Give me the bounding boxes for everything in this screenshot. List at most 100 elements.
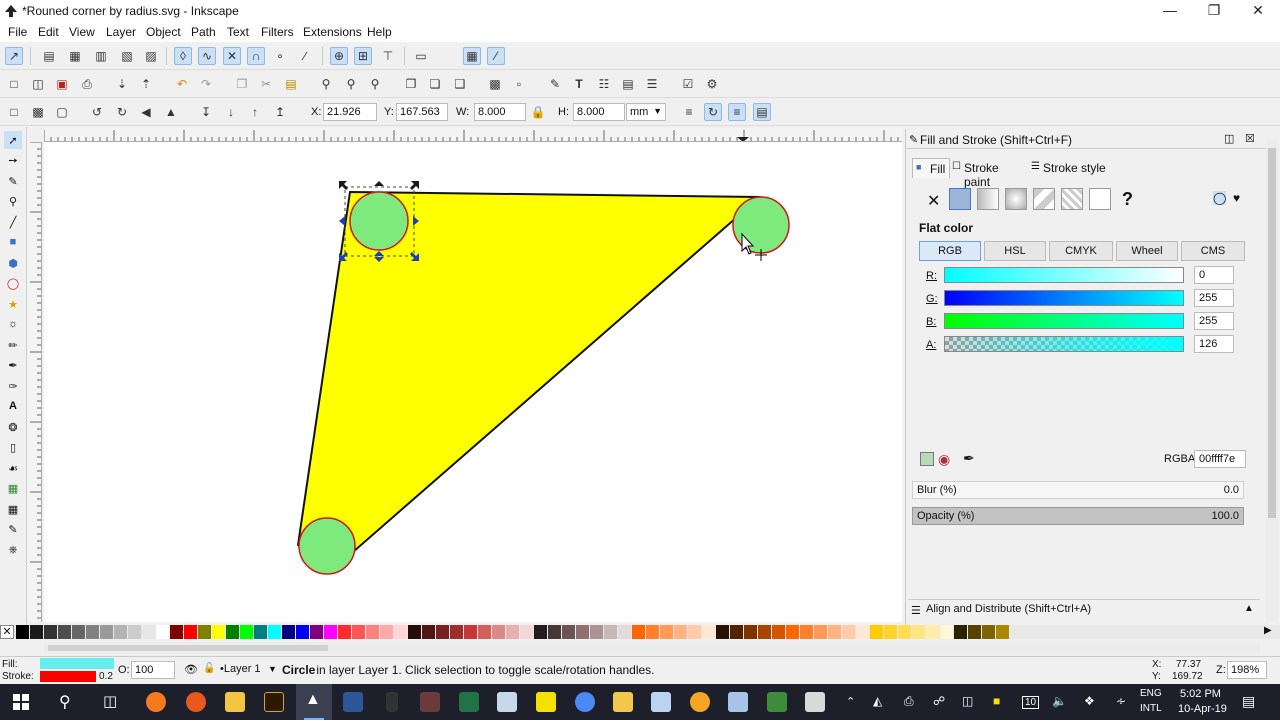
- tray-notif-count[interactable]: 10: [1022, 696, 1040, 709]
- b-slider[interactable]: [944, 313, 1184, 329]
- snap-nodes-icon[interactable]: ◊: [174, 47, 192, 65]
- layers-icon[interactable]: ▤: [619, 75, 637, 93]
- layer-chevron-down-icon[interactable]: ▼: [268, 664, 277, 674]
- fill-status-swatch[interactable]: [40, 658, 114, 669]
- no-paint-icon[interactable]: ✕: [927, 191, 940, 211]
- ungroup-icon[interactable]: ▫: [510, 75, 528, 93]
- eraser-tool-icon[interactable]: ▯: [4, 438, 22, 456]
- color-picker-icon[interactable]: ✒: [963, 450, 975, 467]
- palette-swatch[interactable]: [268, 625, 281, 639]
- phone-icon[interactable]: [386, 692, 398, 712]
- layer-visibility-icon[interactable]: 👁: [184, 663, 198, 676]
- rotate-cw-icon[interactable]: ↻: [113, 103, 131, 121]
- snap-paths-icon[interactable]: ∿: [198, 47, 216, 65]
- gradient-tool-icon[interactable]: ▦: [4, 479, 22, 497]
- handle-ne-icon[interactable]: [410, 181, 419, 190]
- clock-date[interactable]: 10-Apr-19: [1178, 703, 1227, 715]
- palette-swatch[interactable]: [562, 625, 575, 639]
- folder-icon[interactable]: [497, 692, 517, 712]
- tab-rgb[interactable]: RGB: [919, 241, 981, 261]
- palette-swatch[interactable]: [240, 625, 253, 639]
- palette-swatch[interactable]: [912, 625, 925, 639]
- palette-swatch[interactable]: [352, 625, 365, 639]
- windows-start-icon[interactable]: [13, 694, 29, 710]
- palette-swatch[interactable]: [184, 625, 197, 639]
- tab-wheel[interactable]: Wheel: [1116, 241, 1178, 261]
- mesh-tool-icon[interactable]: ▦: [4, 500, 22, 518]
- snap-toggle-icon[interactable]: ↗: [5, 47, 23, 65]
- snap-bbox-center-icon[interactable]: ▨: [142, 47, 160, 65]
- palette-swatch[interactable]: [436, 625, 449, 639]
- snap-guides-icon[interactable]: ⁄: [487, 47, 505, 65]
- 3dbox-tool-icon[interactable]: ⬢: [4, 254, 22, 272]
- scale-corners-icon[interactable]: ↻: [704, 103, 722, 121]
- word-icon[interactable]: [343, 692, 363, 712]
- bridge-icon[interactable]: [264, 692, 284, 712]
- palette-swatch[interactable]: [660, 625, 673, 639]
- no-color-swatch[interactable]: ✕: [0, 625, 14, 639]
- r-slider[interactable]: [944, 267, 1184, 283]
- palette-swatch[interactable]: [128, 625, 141, 639]
- palette-swatch[interactable]: [604, 625, 617, 639]
- lock-ratio-icon[interactable]: 🔒: [529, 103, 547, 121]
- export-icon[interactable]: ⇡: [137, 75, 155, 93]
- palette-swatch[interactable]: [576, 625, 589, 639]
- palette-swatch[interactable]: [996, 625, 1009, 639]
- tray-printer-icon[interactable]: ⎙: [904, 694, 914, 709]
- raise-icon[interactable]: ↑: [246, 103, 264, 121]
- palette-swatch[interactable]: [534, 625, 547, 639]
- volume-icon[interactable]: 🔈: [1052, 694, 1067, 708]
- palette-swatch[interactable]: [100, 625, 113, 639]
- menu-filters[interactable]: Filters: [261, 25, 294, 39]
- menu-layer[interactable]: Layer: [106, 25, 136, 39]
- action-center-icon[interactable]: ▤: [1242, 693, 1255, 710]
- a-slider[interactable]: [944, 336, 1184, 352]
- palette-swatch[interactable]: [786, 625, 799, 639]
- file-explorer-icon[interactable]: [225, 692, 245, 712]
- r-value-field[interactable]: 0: [1194, 266, 1234, 284]
- save-document-icon[interactable]: ▣: [53, 75, 71, 93]
- menu-path[interactable]: Path: [191, 25, 216, 39]
- align-distribute-icon[interactable]: ☰: [643, 75, 661, 93]
- text-font-icon[interactable]: T: [570, 75, 588, 93]
- unlink-clone-icon[interactable]: ❑: [451, 75, 469, 93]
- palette-swatch[interactable]: [730, 625, 743, 639]
- zoom-tool-icon[interactable]: ⚲: [4, 192, 22, 210]
- duplicate-icon[interactable]: ❐: [402, 75, 420, 93]
- menu-extensions[interactable]: Extensions: [303, 25, 362, 39]
- lower-icon[interactable]: ↓: [222, 103, 240, 121]
- canvas-hscroll-thumb[interactable]: [48, 645, 328, 651]
- palette-swatch[interactable]: [72, 625, 85, 639]
- preferences-icon[interactable]: ⚙: [703, 75, 721, 93]
- sticky-notes-icon[interactable]: [536, 692, 556, 712]
- select-all-icon[interactable]: □: [5, 103, 23, 121]
- x-field[interactable]: 21.926: [323, 103, 377, 121]
- document-properties-icon[interactable]: ☑: [679, 75, 697, 93]
- maximize-button[interactable]: ❐: [1192, 2, 1236, 19]
- palette-swatch[interactable]: [982, 625, 995, 639]
- snap-object-center-icon[interactable]: ⊕: [330, 47, 348, 65]
- app-gray-icon[interactable]: [805, 692, 825, 712]
- palette-swatch[interactable]: [968, 625, 981, 639]
- palette-swatch[interactable]: [716, 625, 729, 639]
- dropper-tool-icon[interactable]: ✎: [4, 520, 22, 538]
- palette-swatch[interactable]: [884, 625, 897, 639]
- rectangle-tool-icon[interactable]: ■: [4, 233, 22, 251]
- snap-line-midpoints-icon[interactable]: ∕: [296, 47, 314, 65]
- palette-swatch[interactable]: [506, 625, 519, 639]
- b-value-field[interactable]: 255: [1194, 312, 1234, 330]
- fill-rule-nonzero-icon[interactable]: ♥: [1233, 191, 1240, 205]
- menu-file[interactable]: File: [8, 25, 27, 39]
- palette-swatch[interactable]: [170, 625, 183, 639]
- palette-swatch[interactable]: [772, 625, 785, 639]
- palette-swatch[interactable]: [282, 625, 295, 639]
- palette-swatch[interactable]: [856, 625, 869, 639]
- blur-slider[interactable]: Blur (%) 0.0: [912, 481, 1244, 499]
- redo-icon[interactable]: ↷: [197, 75, 215, 93]
- paste-icon[interactable]: ▤: [282, 75, 300, 93]
- mail-icon[interactable]: [651, 692, 671, 712]
- raise-top-icon[interactable]: ↥: [271, 103, 289, 121]
- layer-lock-icon[interactable]: 🔓: [203, 663, 215, 674]
- move-patterns-icon[interactable]: ▤: [753, 103, 771, 121]
- mesh-gradient-button[interactable]: [1033, 188, 1055, 210]
